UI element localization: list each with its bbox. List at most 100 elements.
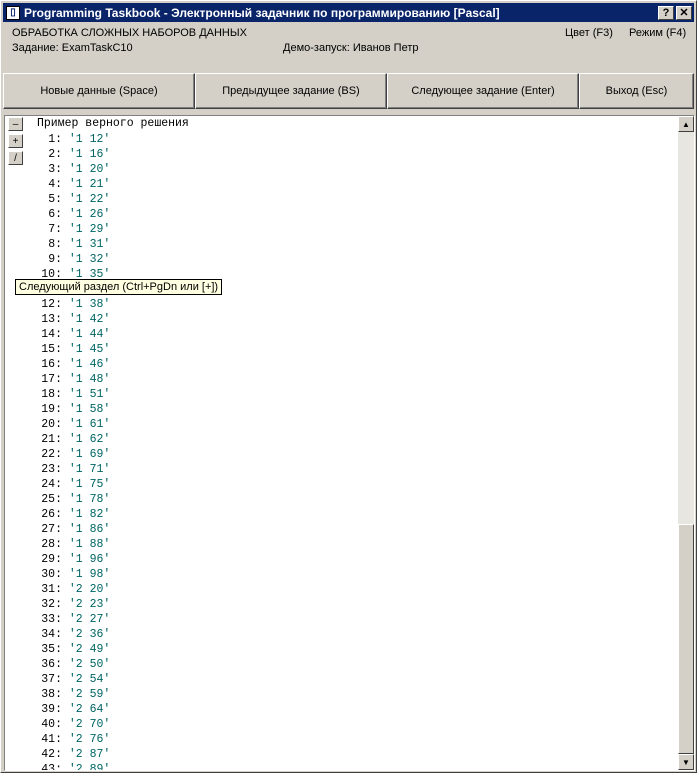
list-item: 41: '2 76'	[15, 732, 110, 747]
vertical-scrollbar[interactable]: ▲ ▼	[678, 116, 694, 770]
line-value: '1 69'	[68, 448, 111, 461]
line-number: 28:	[41, 538, 62, 551]
line-number: 41:	[41, 733, 62, 746]
line-number: 26:	[41, 508, 62, 521]
color-option[interactable]: Цвет (F3)	[565, 27, 613, 39]
list-item: 37: '2 54'	[15, 672, 110, 687]
list-item: 28: '1 88'	[15, 537, 110, 552]
line-value: '1 71'	[68, 463, 111, 476]
list-item: 35: '2 49'	[15, 642, 110, 657]
line-number: 7:	[48, 223, 62, 236]
line-number: 21:	[41, 433, 62, 446]
line-value: '1 29'	[68, 223, 111, 236]
line-number: 43:	[41, 763, 62, 771]
collapse-section-button[interactable]: –	[8, 117, 23, 131]
line-value: '1 45'	[68, 343, 111, 356]
line-number: 17:	[41, 373, 62, 386]
line-number: 36:	[41, 658, 62, 671]
window-title: Programming Taskbook - Электронный задач…	[24, 5, 500, 20]
line-value: '2 27'	[68, 613, 111, 626]
list-item: 33: '2 27'	[15, 612, 110, 627]
next-task-button[interactable]: Следующее задание (Enter)	[387, 73, 579, 109]
line-number: 37:	[41, 673, 62, 686]
list-item: 23: '1 71'	[15, 462, 110, 477]
exit-button[interactable]: Выход (Esc)	[579, 73, 694, 109]
list-item: 6: '1 26'	[15, 207, 110, 222]
close-button[interactable]: ✕	[676, 5, 692, 20]
line-number: 6:	[48, 208, 62, 221]
line-value: '1 20'	[68, 163, 111, 176]
line-number: 1:	[48, 133, 62, 146]
list-item: 22: '1 69'	[15, 447, 110, 462]
list-item: 9: '1 32'	[15, 252, 110, 267]
toolbar: Новые данные (Space) Предыдущее задание …	[3, 73, 694, 111]
list-item: 31: '2 20'	[15, 582, 110, 597]
line-number: 19:	[41, 403, 62, 416]
line-number: 34:	[41, 628, 62, 641]
line-number: 40:	[41, 718, 62, 731]
line-value: '1 12'	[68, 133, 111, 146]
line-number: 39:	[41, 703, 62, 716]
scroll-up-arrow-icon[interactable]: ▲	[678, 116, 694, 132]
section-title: ОБРАБОТКА СЛОЖНЫХ НАБОРОВ ДАННЫХ	[12, 27, 247, 39]
list-item: 3: '1 20'	[15, 162, 110, 177]
list-item: 24: '1 75'	[15, 477, 110, 492]
scroll-down-arrow-icon[interactable]: ▼	[678, 754, 694, 770]
solution-panel: – + / Пример верного решения 1: '1 12' 2:…	[4, 115, 695, 771]
line-number: 15:	[41, 343, 62, 356]
app-icon: ▯	[6, 5, 20, 20]
list-item: 40: '2 70'	[15, 717, 110, 732]
line-number: 29:	[41, 553, 62, 566]
line-value: '2 50'	[68, 658, 111, 671]
list-item: 32: '2 23'	[15, 597, 110, 612]
list-item: 12: '1 38'	[15, 297, 110, 312]
line-number: 13:	[41, 313, 62, 326]
line-value: '1 62'	[68, 433, 111, 446]
line-number: 5:	[48, 193, 62, 206]
list-item: 29: '1 96'	[15, 552, 110, 567]
list-item: 36: '2 50'	[15, 657, 110, 672]
line-value: '1 21'	[68, 178, 111, 191]
list-item: 42: '2 87'	[15, 747, 110, 762]
task-info-bar: ОБРАБОТКА СЛОЖНЫХ НАБОРОВ ДАННЫХ Задание…	[3, 23, 694, 68]
list-item: 34: '2 36'	[15, 627, 110, 642]
line-value: '2 64'	[68, 703, 111, 716]
line-number: 31:	[41, 583, 62, 596]
line-value: '2 70'	[68, 718, 111, 731]
line-value: '2 76'	[68, 733, 111, 746]
tooltip: Следующий раздел (Ctrl+PgDn или [+])	[15, 279, 223, 295]
scroll-thumb[interactable]	[678, 524, 694, 754]
line-value: '1 26'	[68, 208, 111, 221]
new-data-button[interactable]: Новые данные (Space)	[3, 73, 195, 109]
previous-task-button[interactable]: Предыдущее задание (BS)	[195, 73, 387, 109]
line-number: 30:	[41, 568, 62, 581]
list-item: 21: '1 62'	[15, 432, 110, 447]
help-button[interactable]: ?	[658, 5, 674, 20]
line-number: 9:	[48, 253, 62, 266]
list-item: 17: '1 48'	[15, 372, 110, 387]
line-value: '1 48'	[68, 373, 111, 386]
list-item: 15: '1 45'	[15, 342, 110, 357]
line-number: 22:	[41, 448, 62, 461]
line-value: '2 49'	[68, 643, 111, 656]
list-item: 19: '1 58'	[15, 402, 110, 417]
line-value: '1 22'	[68, 193, 111, 206]
list-item: 38: '2 59'	[15, 687, 110, 702]
list-item: 8: '1 31'	[15, 237, 110, 252]
line-number: 14:	[41, 328, 62, 341]
line-value: '1 32'	[68, 253, 111, 266]
list-item: 25: '1 78'	[15, 492, 110, 507]
list-item: 20: '1 61'	[15, 417, 110, 432]
line-value: '1 38'	[68, 298, 111, 311]
line-value: '2 89'	[68, 763, 111, 771]
line-value: '2 36'	[68, 628, 111, 641]
line-value: '1 16'	[68, 148, 111, 161]
mode-option[interactable]: Режим (F4)	[629, 27, 686, 39]
line-value: '2 20'	[68, 583, 111, 596]
line-number: 27:	[41, 523, 62, 536]
line-value: '1 96'	[68, 553, 111, 566]
line-value: '1 31'	[68, 238, 111, 251]
section-heading: Пример верного решения	[37, 117, 189, 130]
line-value: '2 54'	[68, 673, 111, 686]
line-number: 23:	[41, 463, 62, 476]
